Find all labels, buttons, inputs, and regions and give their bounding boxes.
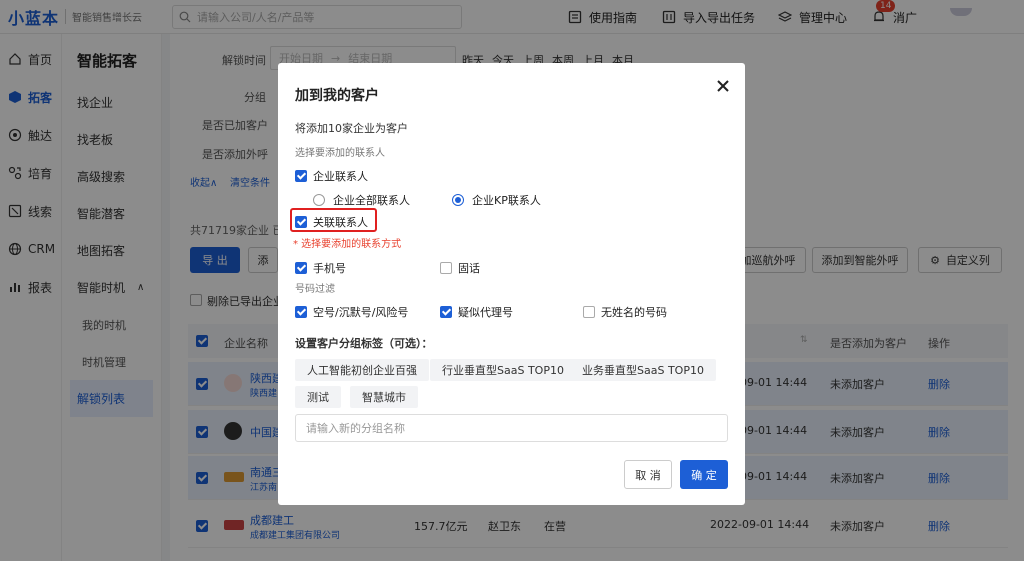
checkbox-checked-icon [295,306,307,318]
tag-ai-startups[interactable]: 人工智能初创企业百强 [295,359,429,381]
empty-number-checkbox[interactable]: 空号/沉默号/风险号 [295,304,408,320]
kp-contacts-radio[interactable]: 企业KP联系人 [452,192,541,208]
number-filter-label: 号码过滤 [295,284,335,295]
checkbox-checked-icon [295,170,307,182]
tag-vertical-saas[interactable]: 行业垂直型SaaS TOP10 [430,359,576,381]
add-to-customers-dialog: 加到我的客户 将添加10家企业为客户 选择要添加的联系人 企业联系人 企业全部联… [278,63,745,505]
radio-unchecked-icon [313,194,325,206]
checkbox-unchecked-icon [583,306,595,318]
proxy-number-checkbox[interactable]: 疑似代理号 [440,304,513,320]
contact-method-prompt: * 选择要添加的联系方式 [293,239,402,250]
dialog-summary: 将添加10家企业为客户 [295,122,408,135]
all-contacts-radio[interactable]: 企业全部联系人 [313,192,410,208]
dialog-title: 加到我的客户 [295,88,379,104]
anonymous-number-checkbox[interactable]: 无姓名的号码 [583,304,667,320]
cancel-button[interactable]: 取 消 [624,460,672,489]
related-contacts-checkbox[interactable]: 关联联系人 [295,214,368,230]
tag-test[interactable]: 测试 [295,386,341,408]
landline-checkbox[interactable]: 固话 [440,260,480,276]
checkbox-checked-icon [295,216,307,228]
checkbox-checked-icon [295,262,307,274]
tag-smart-city[interactable]: 智慧城市 [350,386,418,408]
close-icon[interactable] [716,79,730,93]
radio-checked-icon [452,194,464,206]
confirm-button[interactable]: 确 定 [680,460,728,489]
checkbox-checked-icon [440,306,452,318]
tag-section-label: 设置客户分组标签（可选）： [295,337,433,350]
tag-business-saas[interactable]: 业务垂直型SaaS TOP10 [570,359,716,381]
checkbox-unchecked-icon [440,262,452,274]
new-tag-input[interactable]: 请输入新的分组名称 [295,414,728,442]
mobile-checkbox[interactable]: 手机号 [295,260,346,276]
enterprise-contacts-checkbox[interactable]: 企业联系人 [295,168,368,184]
contacts-prompt: 选择要添加的联系人 [295,148,385,159]
